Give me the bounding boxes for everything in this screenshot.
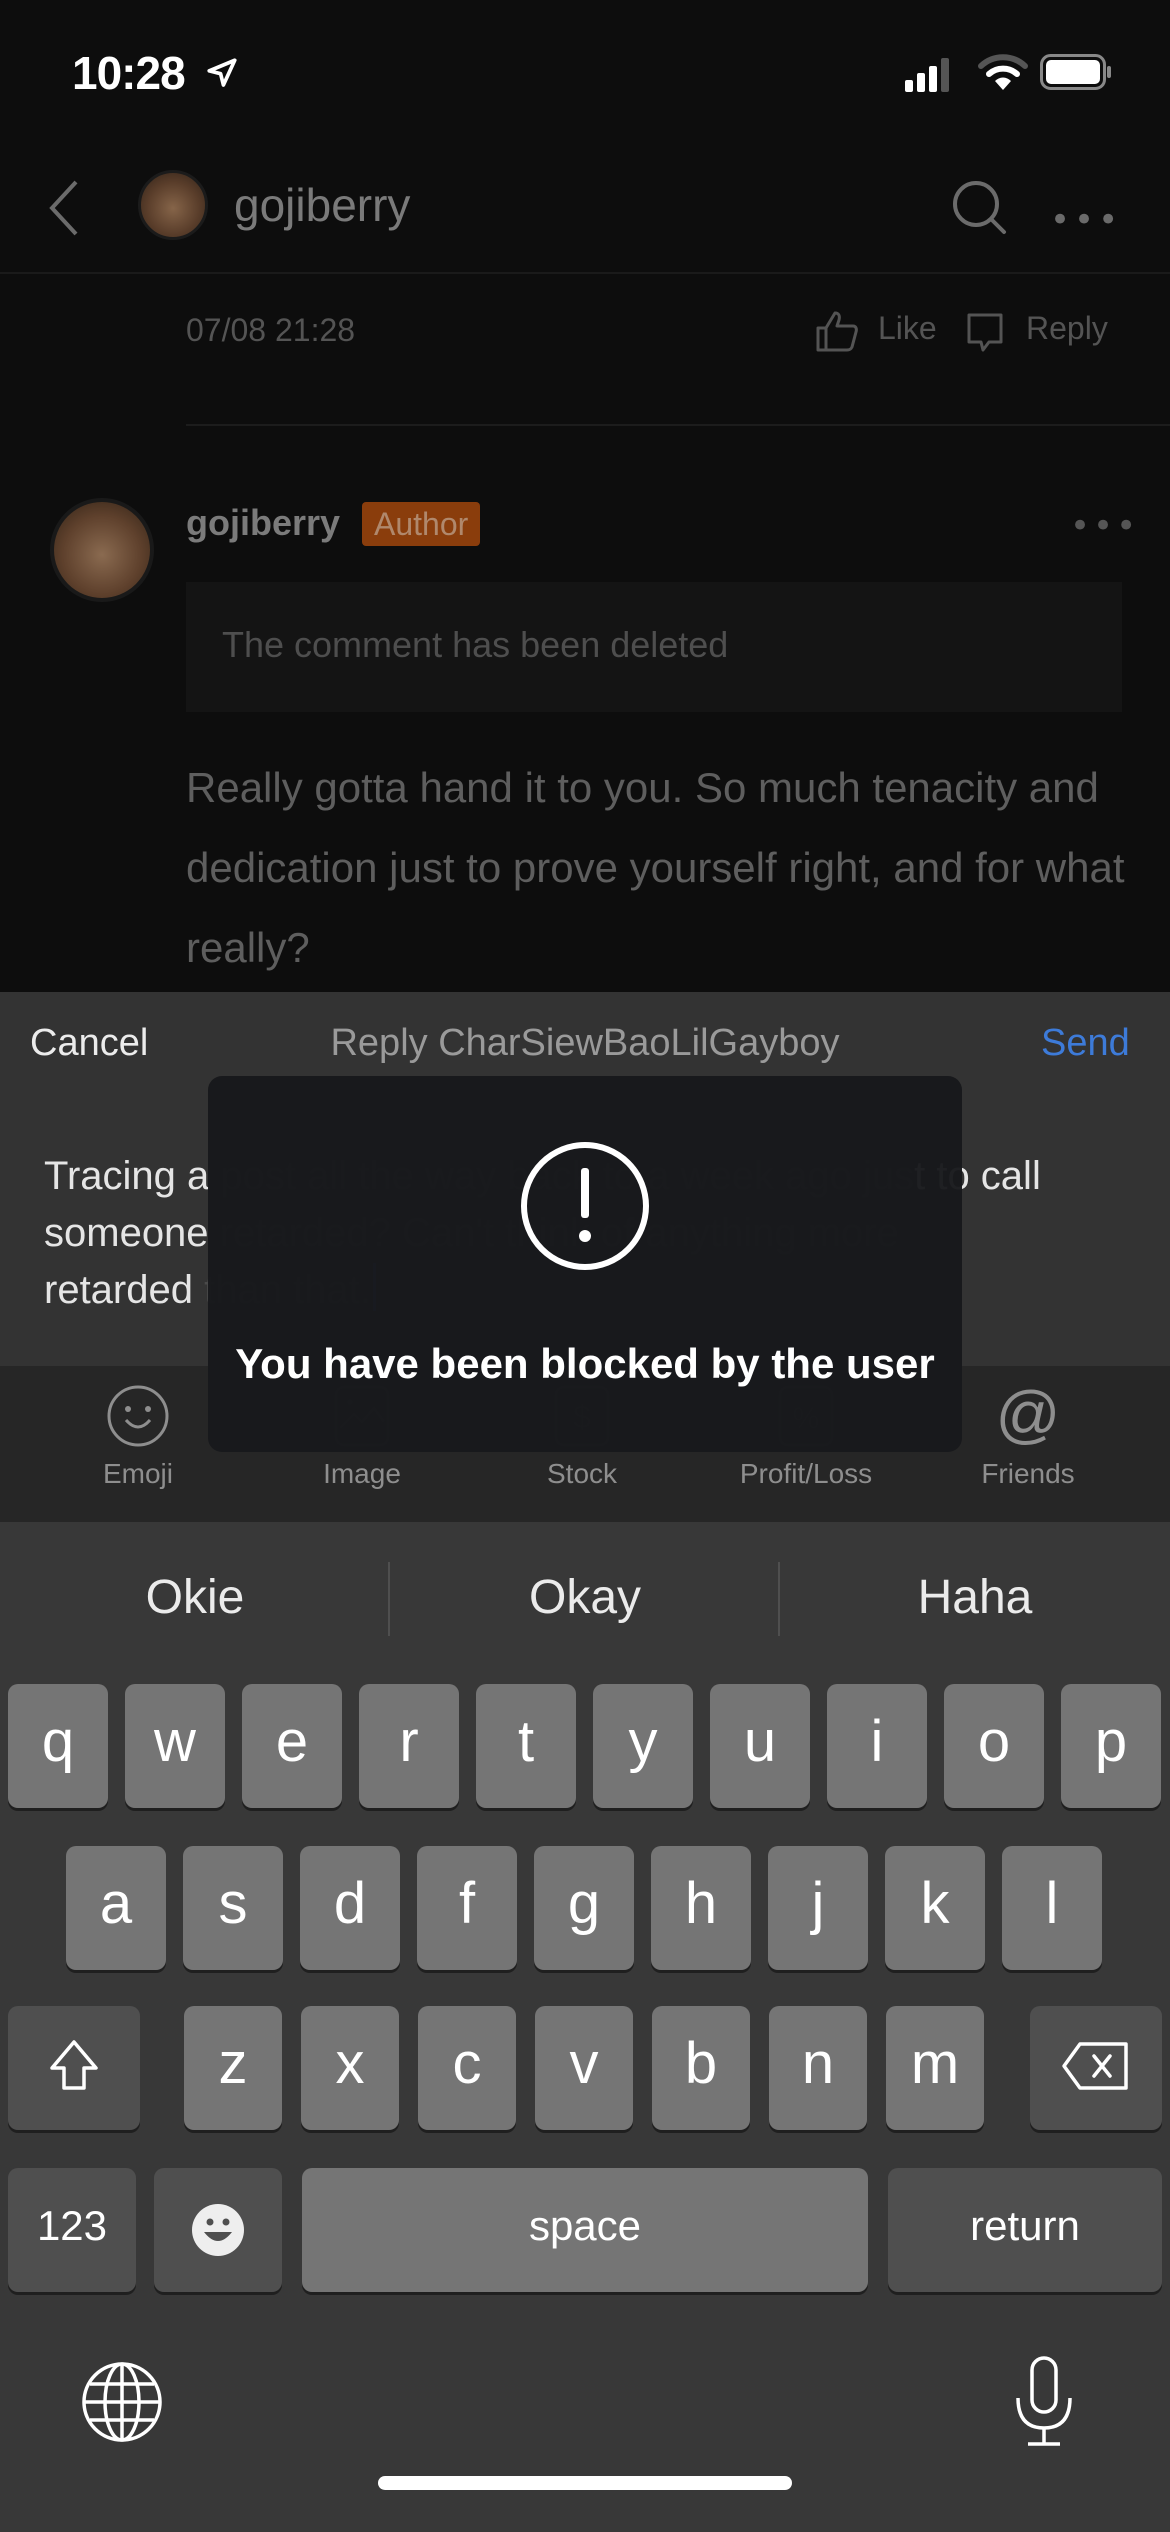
reply-button[interactable]: Reply: [1026, 310, 1108, 347]
at-icon: @: [996, 1384, 1060, 1448]
composer-title: Reply CharSiewBaoLilGayboy: [330, 1022, 840, 1064]
delete-key[interactable]: [1030, 2006, 1162, 2130]
suggestion[interactable]: Okay: [390, 1570, 780, 1625]
shift-key[interactable]: [8, 2006, 140, 2130]
comment-timestamp: 07/08 21:28: [186, 312, 356, 348]
space-key[interactable]: space: [302, 2168, 868, 2292]
key-p[interactable]: p: [1061, 1684, 1161, 1808]
emoji-icon: [107, 1385, 169, 1447]
suggestion[interactable]: Haha: [780, 1570, 1170, 1625]
key-k[interactable]: k: [885, 1846, 985, 1970]
numbers-key[interactable]: 123: [8, 2168, 136, 2292]
key-o[interactable]: o: [944, 1684, 1044, 1808]
comment-body: Really gotta hand it to you. So much ten…: [186, 764, 1125, 971]
comment-bubble-icon[interactable]: [965, 312, 1005, 354]
toolbar-label: Stock: [546, 1458, 618, 1489]
toast-message: You have been blocked by the user: [235, 1340, 935, 1387]
status-time: 10:28: [72, 47, 186, 99]
cellular-signal-icon: [905, 58, 949, 92]
toolbar-label: Image: [323, 1458, 401, 1489]
emoji-icon: [192, 2204, 244, 2256]
key-s[interactable]: s: [183, 1846, 283, 1970]
key-h[interactable]: h: [651, 1846, 751, 1970]
input-text: Tracing a: [44, 1154, 210, 1198]
location-arrow-icon: [207, 58, 237, 87]
key-e[interactable]: e: [242, 1684, 342, 1808]
key-i[interactable]: i: [827, 1684, 927, 1808]
suggestion[interactable]: Okie: [0, 1570, 390, 1625]
avatar[interactable]: [50, 498, 154, 602]
key-q[interactable]: q: [8, 1684, 108, 1808]
key-l[interactable]: l: [1002, 1846, 1102, 1970]
toolbar-label: Profit/Loss: [739, 1458, 873, 1489]
key-t[interactable]: t: [476, 1684, 576, 1808]
toolbar-label: Emoji: [102, 1458, 173, 1489]
wifi-icon: [978, 54, 1028, 90]
key-y[interactable]: y: [593, 1684, 693, 1808]
thumbs-up-icon[interactable]: [815, 310, 859, 352]
search-icon[interactable]: [950, 178, 1010, 238]
input-text: retarded: [44, 1268, 193, 1312]
key-r[interactable]: r: [359, 1684, 459, 1808]
battery-icon: [1040, 54, 1111, 90]
avatar[interactable]: [138, 170, 208, 240]
toolbar-friends-button[interactable]: @ Friends: [948, 1384, 1108, 1490]
home-indicator[interactable]: [378, 2476, 792, 2490]
key-f[interactable]: f: [417, 1846, 517, 1970]
author-badge: Author: [362, 502, 481, 546]
divider: [186, 424, 1170, 426]
key-z[interactable]: z: [184, 2006, 282, 2130]
svg-text:@: @: [996, 1384, 1060, 1448]
alert-icon: [521, 1142, 649, 1270]
key-v[interactable]: v: [535, 2006, 633, 2130]
key-w[interactable]: w: [125, 1684, 225, 1808]
toolbar-label: Friends: [981, 1458, 1075, 1489]
emoji-key[interactable]: [154, 2168, 282, 2292]
key-j[interactable]: j: [768, 1846, 868, 1970]
divider: [0, 272, 1170, 274]
key-d[interactable]: d: [300, 1846, 400, 1970]
key-g[interactable]: g: [534, 1846, 634, 1970]
back-chevron-icon[interactable]: [44, 178, 84, 238]
comment-author[interactable]: gojiberry: [186, 502, 340, 544]
toolbar-emoji-button[interactable]: Emoji: [58, 1384, 218, 1490]
microphone-icon[interactable]: [1012, 2356, 1076, 2448]
key-n[interactable]: n: [769, 2006, 867, 2130]
more-icon[interactable]: •••: [1070, 506, 1139, 546]
deleted-notice: The comment has been deleted: [222, 624, 729, 665]
globe-icon[interactable]: [80, 2360, 164, 2444]
like-button[interactable]: Like: [878, 310, 937, 347]
shift-icon: [50, 2040, 98, 2090]
return-key[interactable]: return: [888, 2168, 1162, 2292]
key-x[interactable]: x: [301, 2006, 399, 2130]
input-text: someone: [44, 1211, 209, 1255]
key-c[interactable]: c: [418, 2006, 516, 2130]
key-m[interactable]: m: [886, 2006, 984, 2130]
send-button[interactable]: Send: [1041, 1022, 1130, 1065]
key-b[interactable]: b: [652, 2006, 750, 2130]
more-icon[interactable]: •••: [1050, 200, 1122, 240]
backspace-icon: [1062, 2042, 1128, 2090]
key-u[interactable]: u: [710, 1684, 810, 1808]
key-a[interactable]: a: [66, 1846, 166, 1970]
page-title[interactable]: gojiberry: [234, 178, 410, 232]
